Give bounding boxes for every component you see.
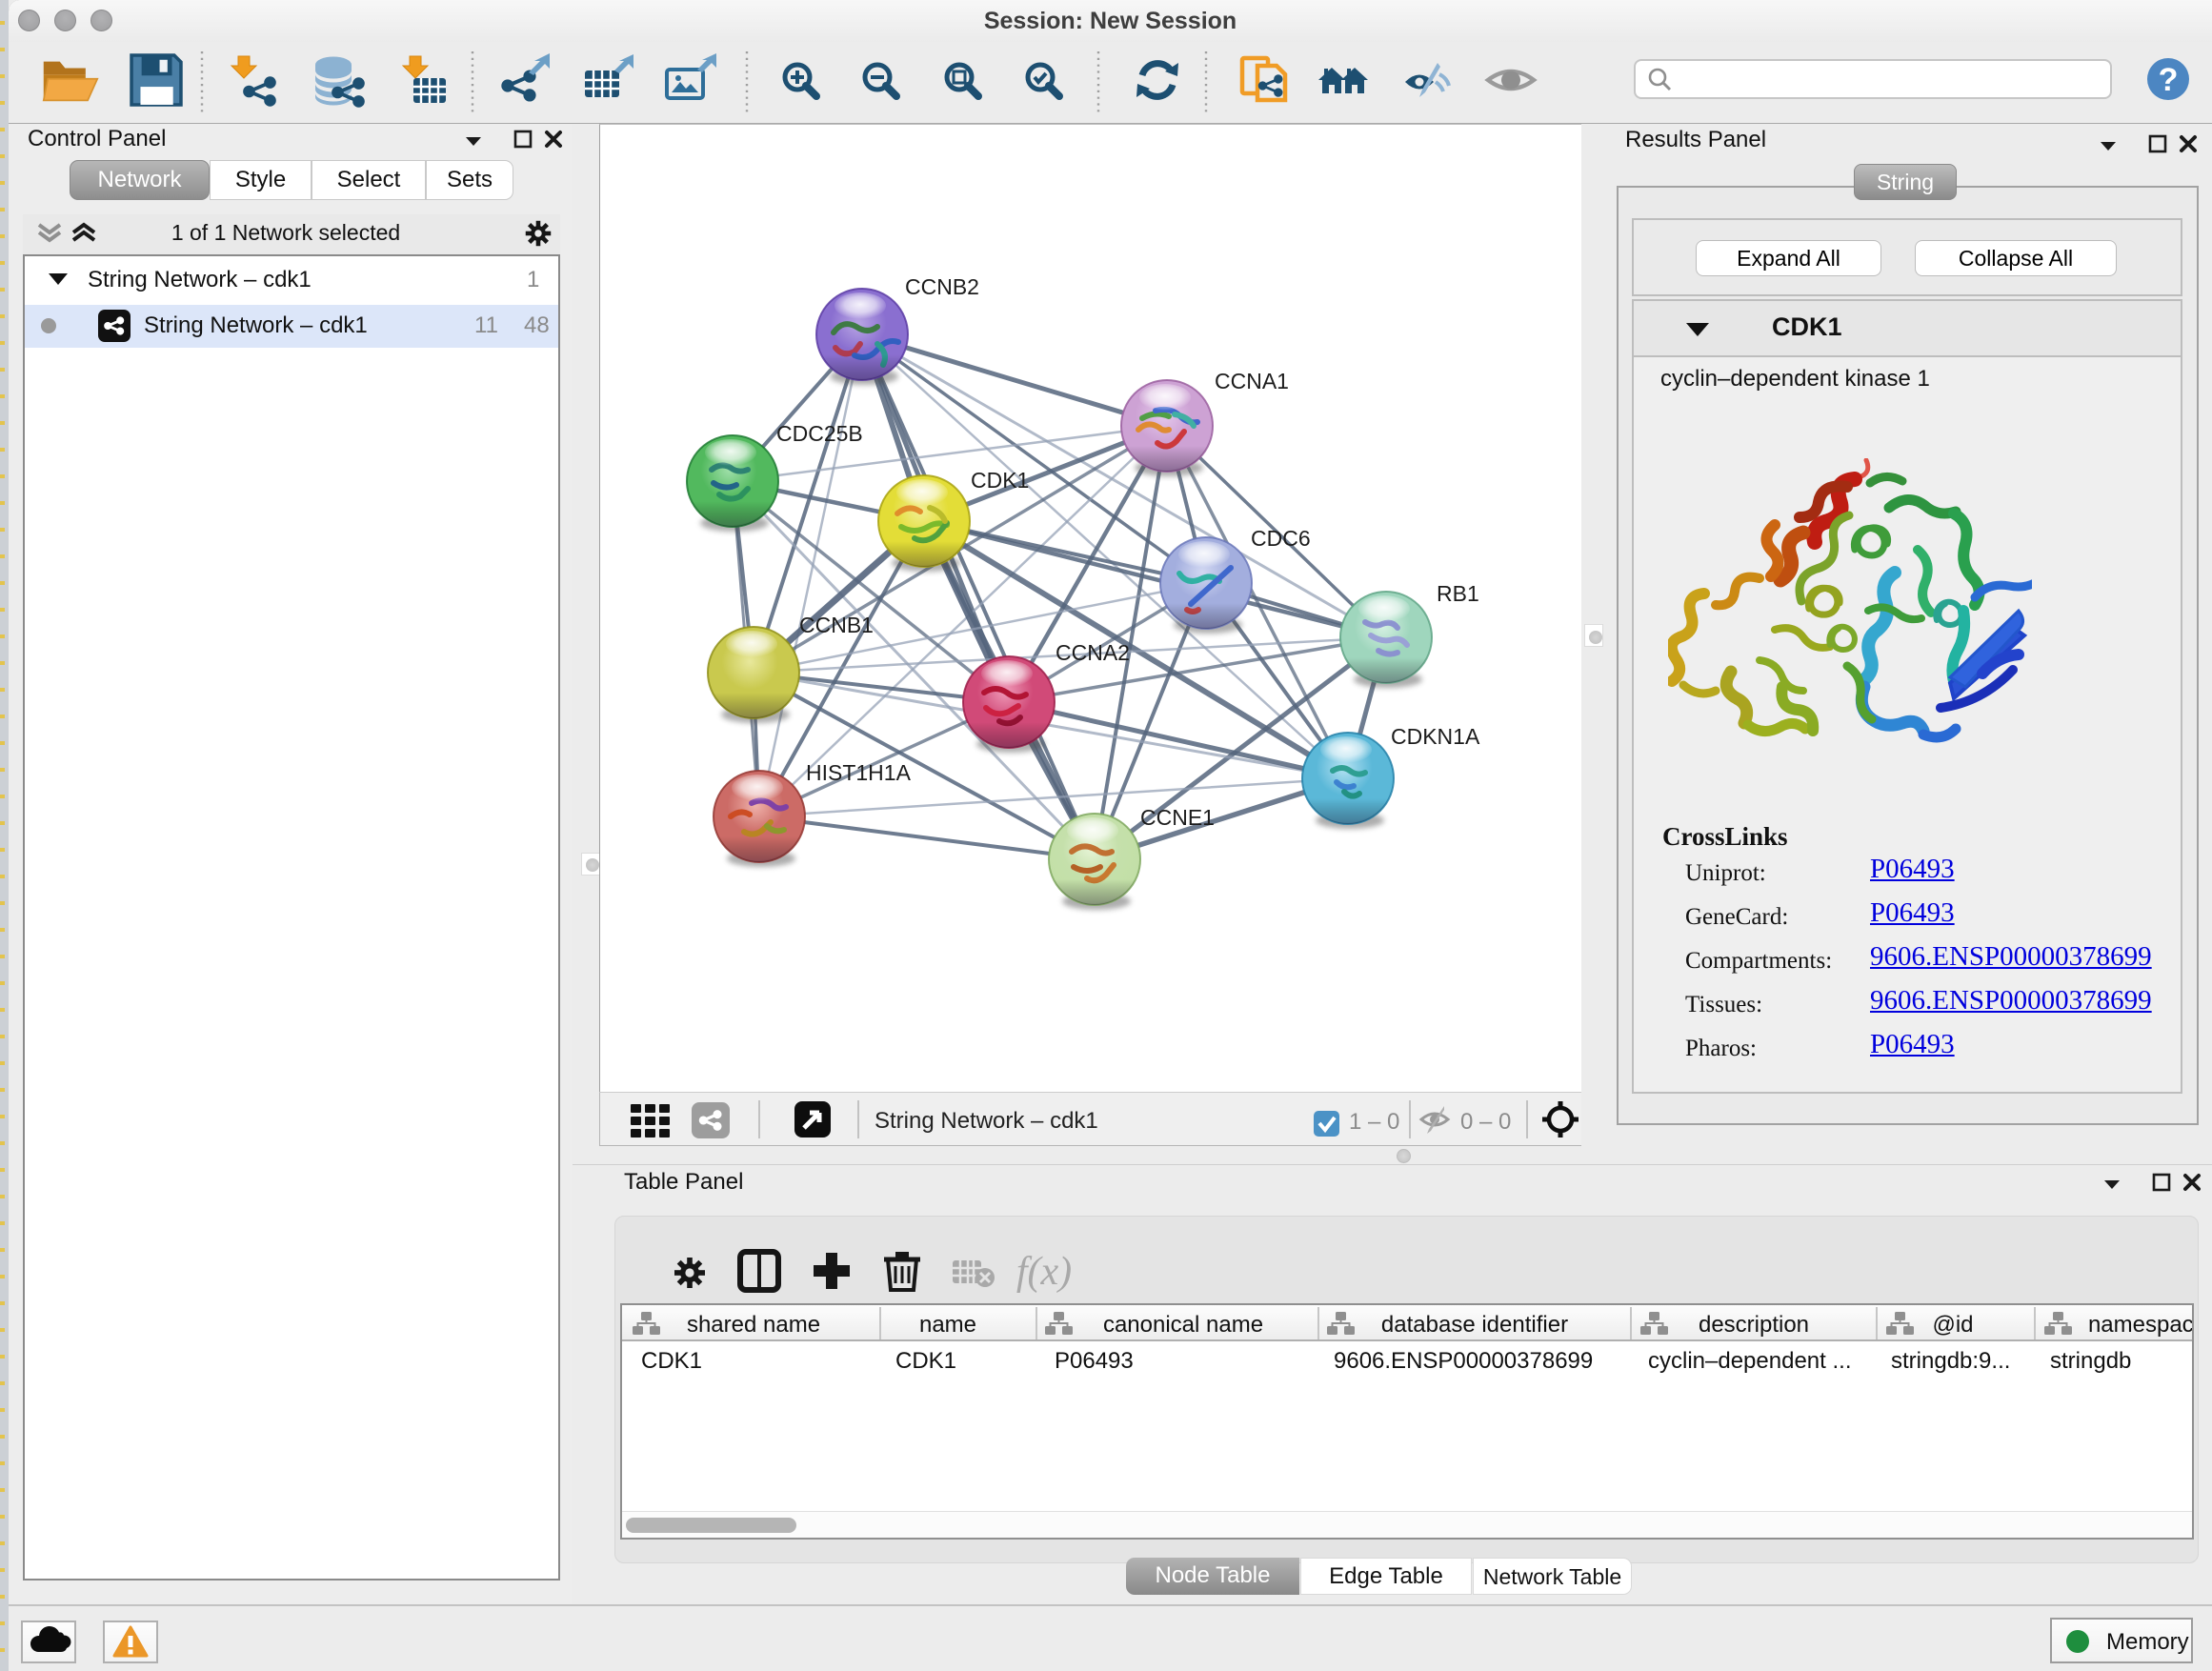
svg-text:RB1: RB1 [1437, 581, 1479, 606]
svg-text:CCNA1: CCNA1 [1215, 369, 1289, 393]
svg-text:CCNA2: CCNA2 [1056, 640, 1130, 665]
svg-text:description: description [1699, 1312, 1809, 1338]
svg-text:CDC6: CDC6 [1251, 526, 1311, 551]
svg-text:namespace: namespace [2088, 1312, 2192, 1338]
svg-text:canonical name: canonical name [1103, 1312, 1263, 1338]
svg-text:P06493: P06493 [1055, 1348, 1134, 1374]
svg-text:database identifier: database identifier [1381, 1312, 1568, 1338]
svg-text:CDK1: CDK1 [971, 468, 1029, 493]
svg-text:f(x): f(x) [1016, 1250, 1072, 1294]
svg-text:1 – 0: 1 – 0 [1349, 1109, 1399, 1135]
svg-text:@id: @id [1932, 1312, 1973, 1338]
svg-text:CDK1: CDK1 [641, 1348, 702, 1374]
svg-text:9606.ENSP00000378699: 9606.ENSP00000378699 [1334, 1348, 1593, 1374]
svg-text:name: name [919, 1312, 976, 1338]
svg-text:CCNB2: CCNB2 [905, 274, 979, 299]
svg-text:String Network – cdk1: String Network – cdk1 [875, 1108, 1098, 1134]
svg-text:CCNE1: CCNE1 [1140, 805, 1215, 830]
svg-text:stringdb: stringdb [2050, 1348, 2131, 1374]
svg-text:CDKN1A: CDKN1A [1391, 724, 1480, 749]
svg-text:CDK1: CDK1 [895, 1348, 956, 1374]
svg-text:stringdb:9...: stringdb:9... [1891, 1348, 2010, 1374]
svg-text:HIST1H1A: HIST1H1A [806, 760, 912, 785]
svg-text:shared name: shared name [687, 1312, 820, 1338]
svg-text:?: ? [2159, 62, 2179, 98]
svg-text:CDC25B: CDC25B [776, 421, 863, 446]
svg-text:cyclin–dependent ...: cyclin–dependent ... [1648, 1348, 1851, 1374]
svg-text:CCNB1: CCNB1 [799, 613, 874, 637]
svg-text:0 – 0: 0 – 0 [1460, 1109, 1511, 1135]
